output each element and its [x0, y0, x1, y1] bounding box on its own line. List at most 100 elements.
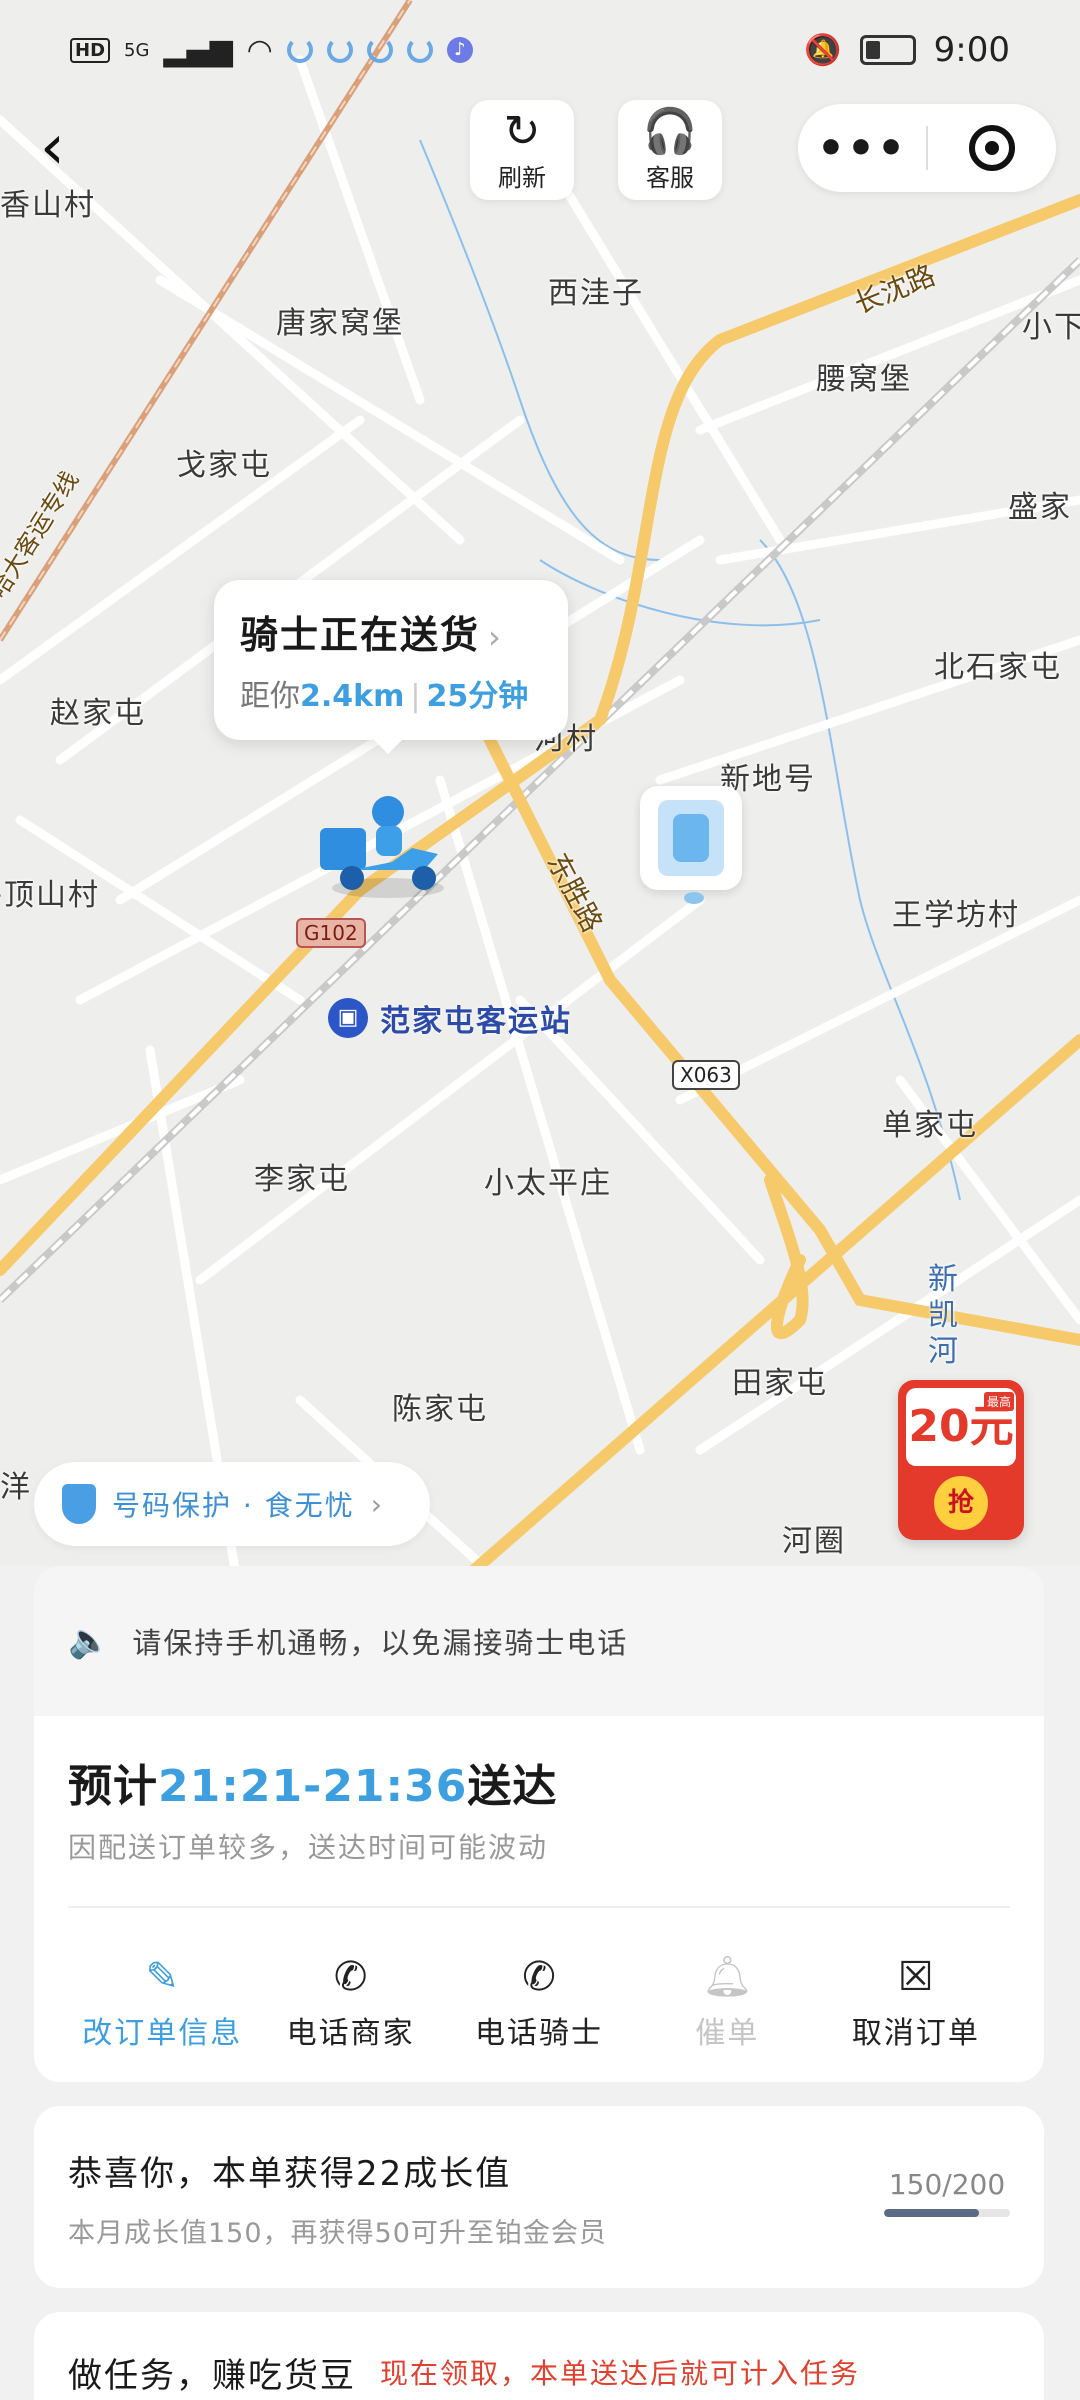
phone-icon: ✆ [333, 1954, 368, 2000]
eta-line: 预计21:21-21:36送达 [68, 1750, 1010, 1814]
chevron-left-icon: ‹ [40, 110, 65, 183]
growth-card[interactable]: 恭喜你，本单获得22成长值 本月成长值150，再获得50可升至铂金会员 150/… [34, 2106, 1044, 2288]
task-card[interactable]: 做任务，赚吃货豆 现在领取，本单送达后就可计入任务 [34, 2312, 1044, 2400]
edit-order-label: 改订单信息 [82, 2016, 243, 2051]
phone-notice-text: 请保持手机通畅，以免漏接骑士电话 [132, 1626, 629, 1660]
divider: | [410, 679, 421, 714]
chevron-right-icon: › [488, 618, 503, 656]
place-label: 戈家屯 [176, 448, 272, 483]
number-protection-text: 号码保护 · 食无忧 [112, 1489, 355, 1522]
rider-status-title: 骑士正在送货 [240, 613, 481, 657]
growth-title: 恭喜你，本单获得22成长值 [68, 2154, 512, 2194]
chevron-right-icon: › [370, 1487, 382, 1521]
river-label: 新凯河 [928, 1262, 960, 1369]
station-name: 范家屯客运站 [380, 1004, 572, 1039]
distance-prefix: 距你 [240, 679, 300, 714]
place-label: 李家屯 [254, 1162, 350, 1197]
cancel-order-icon: ☒ [897, 1954, 934, 2000]
divider [68, 1906, 1010, 1908]
music-icon: ♪ [446, 37, 473, 63]
edit-order-button[interactable]: ✎ 改订单信息 [68, 1952, 256, 2052]
more-button[interactable]: ••• [798, 123, 926, 174]
place-label: 盛家 [1008, 490, 1072, 525]
place-label: 单家屯 [882, 1108, 978, 1143]
status-bar: HD 5G ▂▄▆ ◠ ♪ 🔕 9:00 [0, 0, 1080, 100]
rider-scooter-icon[interactable] [312, 792, 452, 902]
place-label: 香山村 [0, 188, 96, 223]
phone-notice-bar: 🔈 请保持手机通畅，以免漏接骑士电话 [34, 1566, 1044, 1716]
hd-icon: HD [70, 37, 111, 63]
urge-order-button[interactable]: 🔔︎ 催单 [633, 1952, 821, 2052]
call-merchant-button[interactable]: ✆ 电话商家 [256, 1952, 444, 2052]
call-merchant-label: 电话商家 [286, 2016, 415, 2051]
destination-bag-icon[interactable] [640, 786, 742, 890]
route-badge-x063: X063 [672, 1060, 740, 1090]
place-label: 王学坊村 [892, 898, 1020, 933]
map-roads [0, 0, 1080, 1600]
edit-icon: ✎ [145, 1954, 179, 2000]
place-label: 腰窝堡 [816, 362, 912, 397]
growth-progress-fill [884, 2209, 979, 2217]
customer-service-label: 客服 [646, 164, 694, 192]
eta-time: 21:21-21:36 [158, 1761, 468, 1812]
cancel-order-button[interactable]: ☒ 取消订单 [822, 1952, 1010, 2052]
growth-progress-track [884, 2209, 1010, 2217]
bus-icon: ▣ [328, 998, 368, 1038]
signal-icon: 5G [124, 39, 150, 61]
place-label: 北石家屯 [934, 650, 1062, 685]
app-notification-icon [286, 37, 313, 63]
place-label: 洋 [0, 1470, 32, 1505]
eta-suffix: 送达 [467, 1761, 558, 1812]
call-rider-label: 电话骑士 [475, 2016, 604, 2051]
cancel-order-label: 取消订单 [851, 2016, 980, 2051]
call-rider-button[interactable]: ✆ 电话骑士 [445, 1952, 633, 2052]
app-notification-icon [406, 37, 433, 63]
customer-service-button[interactable]: 🎧 客服 [618, 100, 722, 200]
shield-icon [62, 1484, 96, 1524]
back-button[interactable]: ‹ [40, 112, 96, 182]
coupon-tag: 最高 [983, 1392, 1014, 1411]
headset-icon: 🎧 [642, 106, 698, 157]
signal-bars-icon: ▂▄▆ [163, 32, 233, 68]
growth-progress-text: 150/200 [888, 2168, 1006, 2201]
place-label: 平顶山村 [0, 878, 100, 913]
eta-prefix: 预计 [68, 1761, 158, 1812]
refresh-button[interactable]: ↻ 刷新 [470, 100, 574, 200]
rider-duration: 25分钟 [426, 679, 529, 714]
number-protection-pill[interactable]: 号码保护 · 食无忧 › [34, 1462, 430, 1546]
place-label: 西洼子 [548, 276, 644, 311]
task-title: 做任务，赚吃货豆 [68, 2355, 356, 2396]
eta-card: 预计21:21-21:36送达 因配送订单较多，送达时间可能波动 ✎ 改订单信息… [34, 1716, 1044, 2082]
app-notification-icon [366, 37, 393, 63]
mute-bell-icon: 🔕 [804, 32, 842, 68]
map-view[interactable]: 香山村 西洼子 小下 唐家窝堡 腰窝堡 戈家屯 盛家 赵家屯 北石家屯 河村 新… [0, 0, 1080, 1600]
destination-pin-tail [684, 892, 704, 904]
speaker-icon: 🔈 [68, 1621, 111, 1661]
bus-station: ▣ 范家屯客运站 [328, 996, 572, 1040]
growth-progress: 150/200 [884, 2168, 1010, 2217]
grab-coupon-button[interactable]: 抢 [934, 1476, 988, 1530]
target-icon [969, 125, 1015, 171]
place-label: 河圈 [782, 1524, 846, 1559]
rider-status-popup[interactable]: 骑士正在送货 › 距你2.4km | 25分钟 [214, 580, 568, 754]
place-label: 赵家屯 [50, 696, 146, 731]
bell-icon: 🔔︎ [702, 1954, 753, 2000]
miniprogram-capsule: ••• [798, 104, 1056, 192]
order-actions: ✎ 改订单信息 ✆ 电话商家 ✆ 电话骑士 🔔︎ 催单 ☒ 取消订单 [68, 1952, 1010, 2052]
battery-icon [859, 35, 916, 65]
phone-icon: ✆ [522, 1954, 556, 2000]
wifi-icon: ◠ [246, 32, 273, 68]
route-badge-g102: G102 [296, 918, 366, 948]
urge-order-label: 催单 [695, 2016, 760, 2051]
rider-distance: 2.4km [300, 679, 405, 714]
coupon-float[interactable]: 20元 最高 抢 [898, 1380, 1024, 1540]
eta-hint: 因配送订单较多，送达时间可能波动 [68, 1831, 549, 1864]
app-notification-icon [326, 37, 353, 63]
clock: 9:00 [933, 30, 1010, 70]
place-label: 小太平庄 [484, 1166, 612, 1201]
place-label: 田家屯 [732, 1366, 828, 1401]
close-miniprogram-button[interactable] [928, 125, 1056, 171]
growth-subtitle: 本月成长值150，再获得50可升至铂金会员 [68, 2218, 607, 2249]
place-label: 陈家屯 [392, 1392, 488, 1427]
place-label: 唐家窝堡 [276, 306, 404, 341]
